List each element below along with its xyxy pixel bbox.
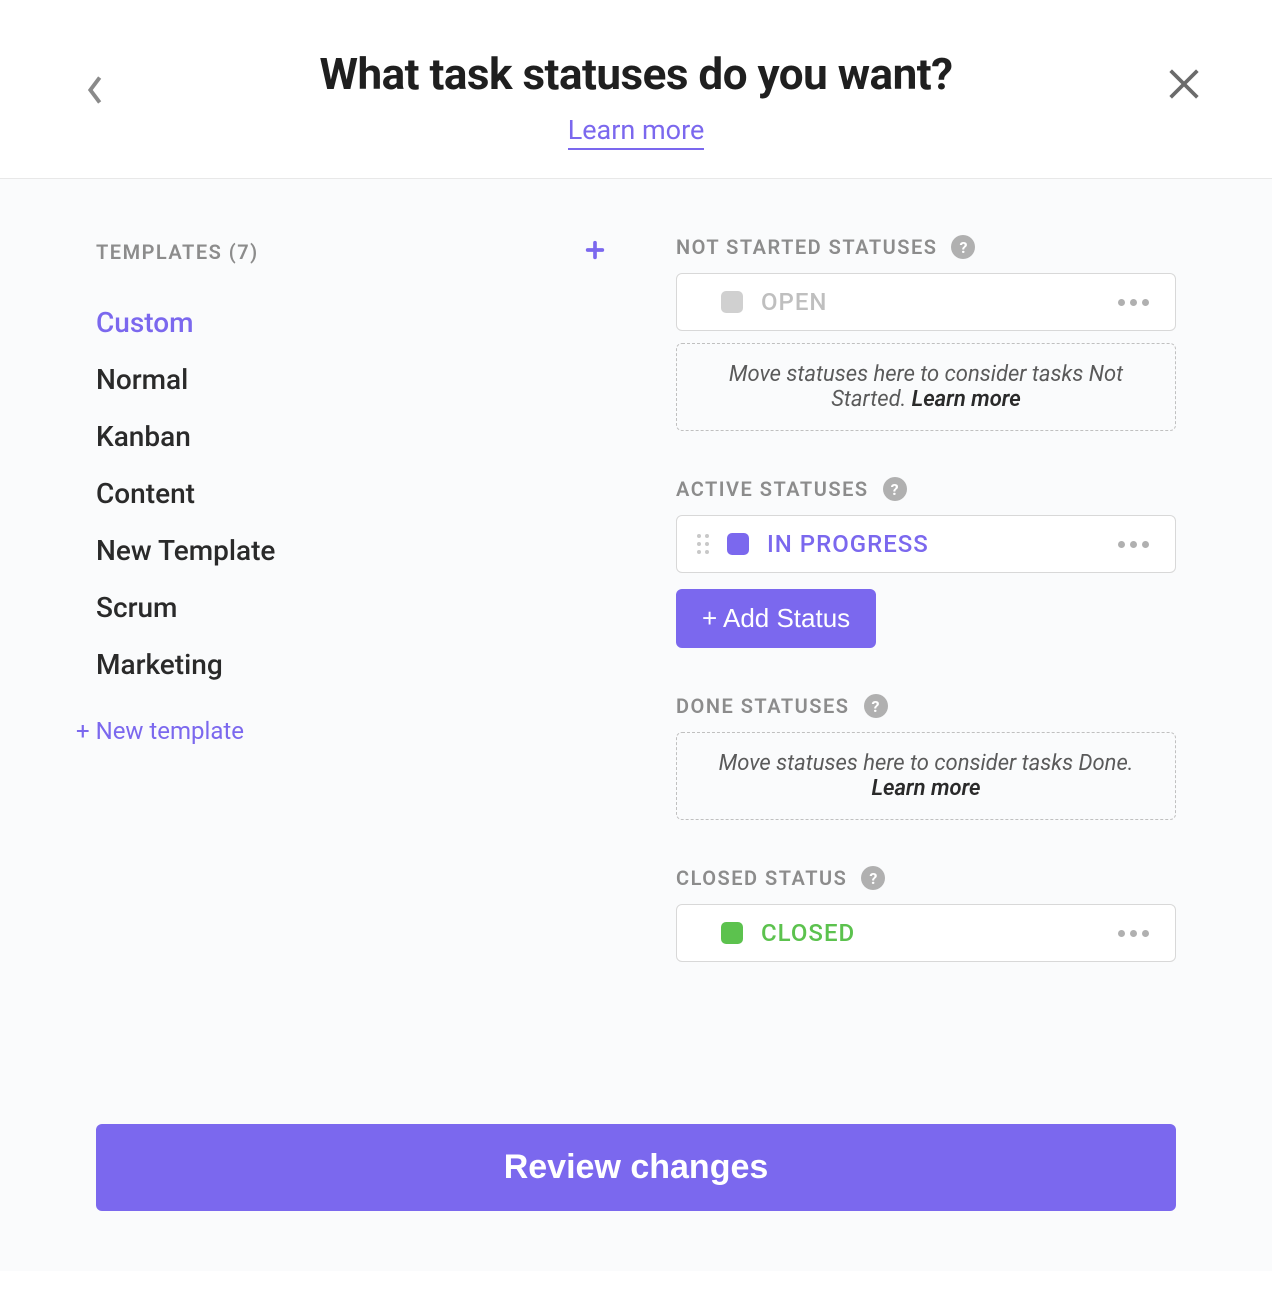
done-label: DONE STATUSES xyxy=(676,694,850,718)
not-started-label: NOT STARTED STATUSES xyxy=(676,235,937,259)
add-status-button[interactable]: + Add Status xyxy=(676,589,876,648)
status-card-closed[interactable]: CLOSED xyxy=(676,904,1176,962)
not-started-section: NOT STARTED STATUSES ? OPEN Move statuse… xyxy=(676,235,1176,431)
help-icon[interactable]: ? xyxy=(864,694,888,718)
plus-icon xyxy=(584,239,606,261)
done-section: DONE STATUSES ? Move statuses here to co… xyxy=(676,694,1176,820)
help-icon[interactable]: ? xyxy=(861,866,885,890)
status-more-button[interactable] xyxy=(1112,293,1155,312)
template-item-marketing[interactable]: Marketing xyxy=(96,636,606,693)
review-changes-button[interactable]: Review changes xyxy=(96,1124,1176,1211)
done-header: DONE STATUSES ? xyxy=(676,694,1176,718)
closed-header: CLOSED STATUS ? xyxy=(676,866,1176,890)
modal-header: What task statuses do you want? Learn mo… xyxy=(0,0,1272,179)
new-template-button[interactable]: + New template xyxy=(76,717,606,745)
dropzone-learn-more[interactable]: Learn more xyxy=(871,776,980,801)
dropzone-learn-more[interactable]: Learn more xyxy=(912,387,1021,412)
status-color-swatch xyxy=(721,291,743,313)
closed-label: CLOSED STATUS xyxy=(676,866,847,890)
status-color-swatch xyxy=(721,922,743,944)
status-name: IN PROGRESS xyxy=(767,530,929,558)
not-started-dropzone[interactable]: Move statuses here to consider tasks Not… xyxy=(676,343,1176,431)
status-name: CLOSED xyxy=(761,919,855,947)
learn-more-link[interactable]: Learn more xyxy=(568,114,705,150)
template-item-kanban[interactable]: Kanban xyxy=(96,408,606,465)
status-more-button[interactable] xyxy=(1112,924,1155,943)
active-header: ACTIVE STATUSES ? xyxy=(676,477,1176,501)
templates-header: TEMPLATES (7) xyxy=(96,235,606,268)
dropzone-text: Move statuses here to consider tasks Don… xyxy=(719,751,1134,776)
template-item-scrum[interactable]: Scrum xyxy=(96,579,606,636)
template-item-content[interactable]: Content xyxy=(96,465,606,522)
not-started-header: NOT STARTED STATUSES ? xyxy=(676,235,1176,259)
closed-section: CLOSED STATUS ? CLOSED xyxy=(676,866,1176,962)
help-icon[interactable]: ? xyxy=(951,235,975,259)
status-card-in-progress[interactable]: IN PROGRESS xyxy=(676,515,1176,573)
drag-handle-icon[interactable] xyxy=(697,534,709,554)
close-button[interactable] xyxy=(1164,64,1204,108)
template-item-new-template[interactable]: New Template xyxy=(96,522,606,579)
template-item-normal[interactable]: Normal xyxy=(96,351,606,408)
done-dropzone[interactable]: Move statuses here to consider tasks Don… xyxy=(676,732,1176,820)
status-card-open[interactable]: OPEN xyxy=(676,273,1176,331)
status-more-button[interactable] xyxy=(1112,535,1155,554)
add-template-button[interactable] xyxy=(584,235,606,268)
status-color-swatch xyxy=(727,533,749,555)
templates-label: TEMPLATES (7) xyxy=(96,240,259,264)
page-title: What task statuses do you want? xyxy=(0,48,1272,100)
templates-sidebar: TEMPLATES (7) Custom Normal Kanban Conte… xyxy=(96,235,606,1008)
modal-body: TEMPLATES (7) Custom Normal Kanban Conte… xyxy=(0,179,1272,1271)
active-section: ACTIVE STATUSES ? IN PROGRESS + Add Stat… xyxy=(676,477,1176,648)
template-item-custom[interactable]: Custom xyxy=(96,294,606,351)
active-label: ACTIVE STATUSES xyxy=(676,477,869,501)
chevron-left-icon xyxy=(86,76,104,104)
close-icon xyxy=(1164,64,1204,104)
back-button[interactable] xyxy=(86,76,104,108)
columns: TEMPLATES (7) Custom Normal Kanban Conte… xyxy=(96,235,1176,1008)
status-editor: NOT STARTED STATUSES ? OPEN Move statuse… xyxy=(676,235,1176,1008)
status-name: OPEN xyxy=(761,288,827,316)
help-icon[interactable]: ? xyxy=(883,477,907,501)
template-list: Custom Normal Kanban Content New Templat… xyxy=(96,294,606,693)
